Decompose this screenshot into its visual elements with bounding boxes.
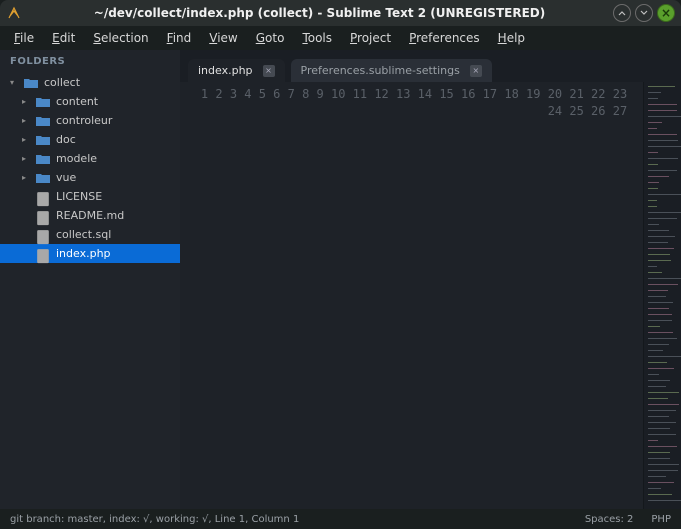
sidebar-item-label: modele bbox=[56, 152, 97, 165]
sidebar-header: FOLDERS bbox=[0, 50, 180, 73]
close-icon[interactable]: × bbox=[470, 65, 482, 77]
status-bar: git branch: master, index: √, working: √… bbox=[0, 509, 681, 529]
menu-preferences[interactable]: Preferences bbox=[401, 28, 488, 48]
expand-arrow-icon: ▸ bbox=[22, 154, 30, 163]
folder-icon bbox=[36, 96, 50, 108]
sidebar-item-label: collect bbox=[44, 76, 80, 89]
folder-icon bbox=[36, 134, 50, 146]
folder-icon bbox=[24, 77, 38, 89]
folder-icon bbox=[36, 172, 50, 184]
sidebar-item-label: index.php bbox=[56, 247, 111, 260]
tab-label: Preferences.sublime-settings bbox=[301, 64, 460, 77]
sidebar-item-label: README.md bbox=[56, 209, 124, 222]
title-bar: ~/dev/collect/index.php (collect) - Subl… bbox=[0, 0, 681, 26]
close-icon[interactable]: × bbox=[263, 65, 275, 77]
expand-arrow-icon: ▸ bbox=[22, 173, 30, 182]
status-spaces[interactable]: Spaces: 2 bbox=[585, 514, 634, 525]
sidebar-item-label: doc bbox=[56, 133, 76, 146]
sidebar-item-label: content bbox=[56, 95, 98, 108]
sidebar-item-controleur[interactable]: ▸ controleur bbox=[0, 111, 180, 130]
tab-index-php[interactable]: index.php × bbox=[188, 59, 285, 82]
close-button[interactable]: × bbox=[657, 4, 675, 22]
menu-selection[interactable]: Selection bbox=[85, 28, 156, 48]
sidebar-item-label: collect.sql bbox=[56, 228, 111, 241]
menu-bar: FileEditSelectionFindViewGotoToolsProjec… bbox=[0, 26, 681, 50]
editor: index.php×Preferences.sublime-settings× … bbox=[180, 50, 681, 509]
code-area[interactable]: 1 2 3 4 5 6 7 8 9 10 11 12 13 14 15 16 1… bbox=[180, 82, 681, 509]
sidebar-item-modele[interactable]: ▸ modele bbox=[0, 149, 180, 168]
expand-arrow-icon: ▸ bbox=[22, 97, 30, 106]
file-icon bbox=[36, 210, 50, 222]
folder-icon bbox=[36, 115, 50, 127]
folder-icon bbox=[36, 153, 50, 165]
sidebar-item-LICENSE[interactable]: LICENSE bbox=[0, 187, 180, 206]
menu-edit[interactable]: Edit bbox=[44, 28, 83, 48]
expand-arrow-icon: ▸ bbox=[22, 116, 30, 125]
expand-arrow-icon: ▸ bbox=[22, 135, 30, 144]
sidebar-item-index-php[interactable]: index.php bbox=[0, 244, 180, 263]
sidebar-item-label: vue bbox=[56, 171, 76, 184]
minimap[interactable] bbox=[643, 82, 681, 509]
menu-project[interactable]: Project bbox=[342, 28, 399, 48]
app-icon bbox=[6, 5, 22, 21]
tab-label: index.php bbox=[198, 64, 253, 77]
gutter: 1 2 3 4 5 6 7 8 9 10 11 12 13 14 15 16 1… bbox=[180, 82, 637, 509]
menu-tools[interactable]: Tools bbox=[294, 28, 340, 48]
expand-arrow-icon: ▾ bbox=[10, 78, 18, 87]
tab-strip: index.php × Preferences.sublime-settings × bbox=[180, 50, 681, 82]
sidebar-item-label: LICENSE bbox=[56, 190, 102, 203]
window-title: ~/dev/collect/index.php (collect) - Subl… bbox=[30, 6, 609, 20]
sidebar-root-folder[interactable]: ▾ collect bbox=[0, 73, 180, 92]
menu-view[interactable]: View bbox=[201, 28, 245, 48]
sidebar-item-label: controleur bbox=[56, 114, 112, 127]
sidebar-item-doc[interactable]: ▸ doc bbox=[0, 130, 180, 149]
file-icon bbox=[36, 229, 50, 241]
sidebar: FOLDERS ▾ collect ▸ content ▸ controleur ▸ do… bbox=[0, 50, 180, 509]
file-icon bbox=[36, 191, 50, 203]
status-git: git branch: master, index: √, working: √… bbox=[10, 514, 567, 525]
minimize-button[interactable] bbox=[613, 4, 631, 22]
maximize-button[interactable] bbox=[635, 4, 653, 22]
file-icon bbox=[36, 248, 50, 260]
menu-file[interactable]: File bbox=[6, 28, 42, 48]
tab-Preferences-sublime-settings[interactable]: Preferences.sublime-settings × bbox=[291, 59, 492, 82]
sidebar-item-collect-sql[interactable]: collect.sql bbox=[0, 225, 180, 244]
menu-goto[interactable]: Goto bbox=[248, 28, 293, 48]
status-lang[interactable]: PHP bbox=[651, 514, 671, 525]
menu-find[interactable]: Find bbox=[159, 28, 200, 48]
sidebar-item-content[interactable]: ▸ content bbox=[0, 92, 180, 111]
main-area: FOLDERS ▾ collect ▸ content ▸ controleur ▸ do… bbox=[0, 50, 681, 509]
sidebar-item-README-md[interactable]: README.md bbox=[0, 206, 180, 225]
sidebar-item-vue[interactable]: ▸ vue bbox=[0, 168, 180, 187]
menu-help[interactable]: Help bbox=[490, 28, 533, 48]
